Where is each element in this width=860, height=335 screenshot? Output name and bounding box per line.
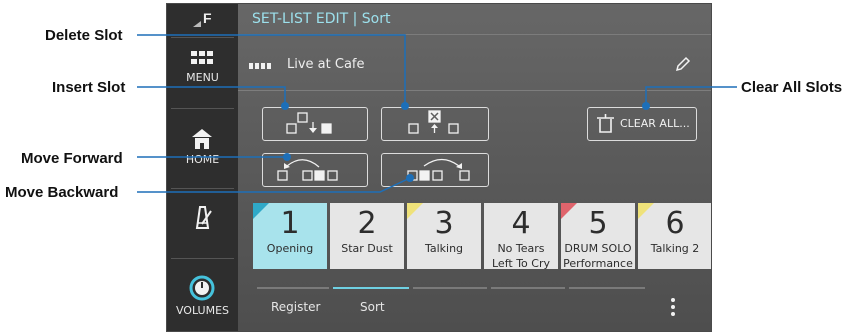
slot-name-line: Star Dust bbox=[341, 242, 393, 255]
home-icon bbox=[192, 129, 212, 149]
tab-underline-active bbox=[333, 287, 409, 289]
tab-underline bbox=[413, 287, 487, 289]
set-list-name: Live at Cafe bbox=[287, 57, 365, 72]
slot-number: 1 bbox=[280, 206, 300, 241]
slot-name-line: No Tears bbox=[497, 242, 545, 255]
tab-underline bbox=[257, 287, 329, 289]
trash-icon bbox=[597, 114, 614, 133]
slot-2[interactable]: 2 Star Dust bbox=[330, 203, 404, 269]
menu-label: MENU bbox=[186, 71, 219, 84]
slot-number: 3 bbox=[434, 206, 454, 241]
pencil-icon[interactable] bbox=[674, 55, 692, 73]
clear-all-button[interactable]: CLEAR ALL... bbox=[587, 107, 697, 141]
insert-slot-button[interactable] bbox=[262, 107, 368, 141]
slot-name: Talking bbox=[407, 241, 481, 256]
clear-all-label: CLEAR ALL... bbox=[620, 117, 690, 130]
metronome-icon bbox=[195, 206, 212, 229]
slot-5[interactable]: 5 DRUM SOLO Performance bbox=[561, 203, 635, 269]
logo-letter: F bbox=[203, 10, 212, 26]
callout-delete-slot: Delete Slot bbox=[45, 27, 123, 44]
move-forward-icon bbox=[277, 159, 338, 181]
callout-move-forward: Move Forward bbox=[21, 150, 123, 167]
slot-number: 5 bbox=[588, 206, 608, 241]
move-backward-button[interactable] bbox=[381, 153, 489, 187]
tab-underline bbox=[491, 287, 565, 289]
insert-slot-icon bbox=[286, 112, 332, 134]
slot-name: No Tears Left To Cry bbox=[484, 241, 558, 269]
slot-name: Talking 2 bbox=[638, 241, 711, 256]
slot-name-line: Talking 2 bbox=[650, 242, 700, 255]
slot-name: DRUM SOLO Performance bbox=[561, 241, 635, 269]
grid-icon bbox=[191, 51, 213, 64]
slot-3[interactable]: 3 Talking bbox=[407, 203, 481, 269]
slot-name-line: Talking bbox=[424, 242, 464, 255]
title-bar: SET-LIST EDIT | Sort bbox=[238, 4, 711, 35]
delete-slot-button[interactable] bbox=[381, 107, 489, 141]
set-list-icon bbox=[249, 63, 271, 69]
slot-name: Star Dust bbox=[330, 241, 404, 256]
slot-name-line: Left To Cry bbox=[492, 257, 550, 269]
delete-slot-icon bbox=[408, 110, 459, 134]
more-options-icon[interactable] bbox=[669, 297, 677, 319]
metronome-button[interactable] bbox=[167, 202, 238, 242]
sidebar-divider bbox=[171, 258, 234, 259]
home-button[interactable]: HOME bbox=[167, 123, 238, 185]
logo: F bbox=[167, 9, 238, 31]
volumes-label: VOLUMES bbox=[175, 304, 230, 317]
slot-name-line: DRUM SOLO bbox=[564, 242, 632, 255]
volumes-button[interactable]: VOLUMES bbox=[167, 272, 238, 330]
device-screen: F MENU HOME VOLUMES SET-LIST EDIT | Sort… bbox=[166, 3, 712, 332]
sidebar-divider bbox=[171, 188, 234, 189]
slot-name-line: Performance bbox=[563, 257, 633, 269]
home-label: HOME bbox=[185, 153, 220, 166]
tab-underline bbox=[569, 287, 645, 289]
slot-number: 2 bbox=[357, 206, 377, 241]
tab-register[interactable]: Register bbox=[271, 300, 320, 314]
divider bbox=[238, 90, 711, 91]
slot-number: 4 bbox=[511, 206, 531, 241]
callout-move-backward: Move Backward bbox=[5, 184, 119, 201]
move-forward-button[interactable] bbox=[262, 153, 368, 187]
sidebar: F MENU HOME VOLUMES bbox=[167, 4, 238, 331]
slot-1[interactable]: 1 Opening bbox=[253, 203, 327, 269]
sidebar-divider bbox=[171, 108, 234, 109]
callout-clear-all-slots: Clear All Slots bbox=[741, 79, 843, 96]
move-backward-icon bbox=[407, 158, 470, 181]
volume-knob-icon bbox=[189, 275, 215, 301]
menu-button[interactable]: MENU bbox=[167, 41, 238, 103]
slot-number: 6 bbox=[665, 206, 685, 241]
slot-name-line: Opening bbox=[266, 242, 314, 255]
tab-sort[interactable]: Sort bbox=[360, 300, 385, 314]
page-title: SET-LIST EDIT | Sort bbox=[252, 11, 391, 27]
slot-name: Opening bbox=[253, 241, 327, 256]
callout-insert-slot: Insert Slot bbox=[52, 79, 126, 96]
slot-6[interactable]: 6 Talking 2 bbox=[638, 203, 711, 269]
sidebar-divider bbox=[171, 37, 234, 38]
slot-4[interactable]: 4 No Tears Left To Cry bbox=[484, 203, 558, 269]
